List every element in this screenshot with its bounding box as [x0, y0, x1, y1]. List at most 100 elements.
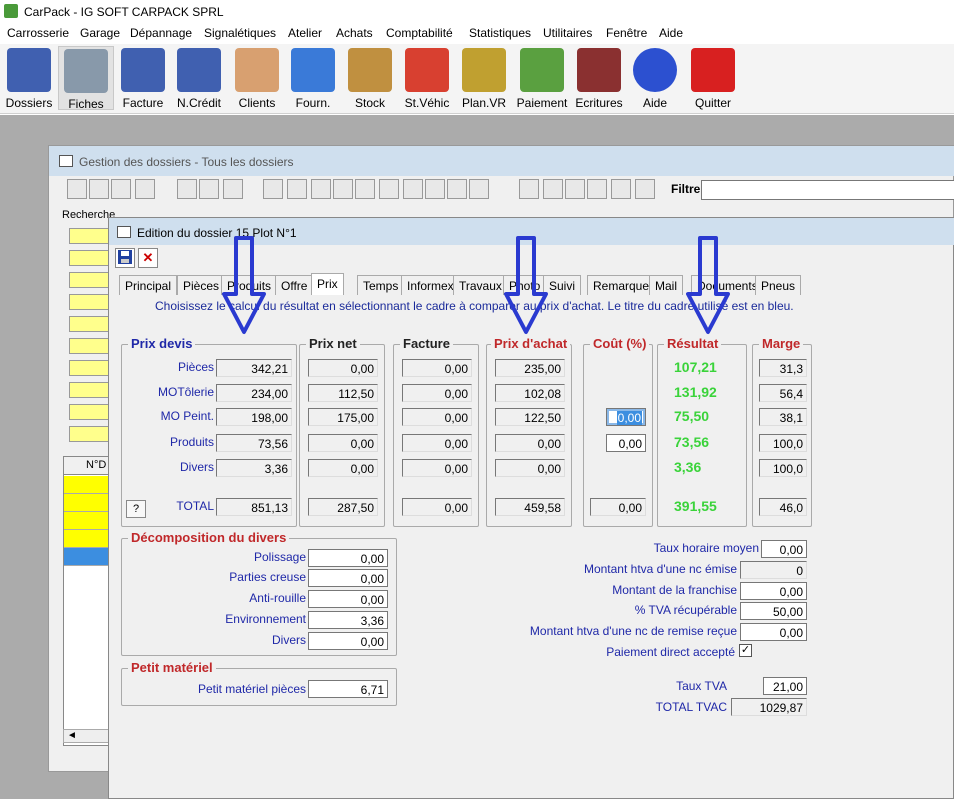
prix-achat-frame[interactable]: Prix d'achat 235,00 102,08 122,50 0,00 0…	[486, 336, 572, 527]
tab-suivi[interactable]: Suivi	[543, 275, 582, 295]
search-field[interactable]	[69, 316, 109, 332]
copy-icon[interactable]	[89, 179, 109, 199]
table-row-selected[interactable]	[64, 548, 110, 566]
taux-horaire-input[interactable]: 0,00	[761, 540, 807, 558]
toolbar-button-fiches[interactable]: Fiches	[58, 46, 114, 111]
photo-icon[interactable]	[379, 179, 399, 199]
tab-pieces[interactable]: Pièces	[177, 275, 226, 295]
tab-remarque[interactable]: Remarque	[587, 275, 656, 295]
info-icon[interactable]	[333, 179, 353, 199]
search-field[interactable]	[69, 250, 109, 266]
toolbar-label: Paiement	[516, 96, 568, 110]
franchise-input[interactable]: 0,00	[740, 582, 807, 600]
toolbar-button-clients[interactable]: Clients	[230, 46, 284, 110]
menu-comptabilite[interactable]: Comptabilité	[386, 26, 453, 40]
menu-atelier[interactable]: Atelier	[288, 26, 322, 40]
environnement-input[interactable]: 3,36	[308, 611, 388, 629]
toolbar-button-fournisseurs[interactable]: Fourn.	[286, 46, 340, 110]
help-button[interactable]: ?	[126, 500, 146, 518]
tab-mail[interactable]: Mail	[649, 275, 684, 295]
handshake-icon[interactable]	[543, 179, 563, 199]
nc-remise-input[interactable]: 0,00	[740, 623, 807, 641]
toolbar-button-aide[interactable]: Aide	[628, 46, 682, 110]
search-icon[interactable]	[519, 179, 539, 199]
tab-prix[interactable]: Prix	[311, 273, 344, 295]
search-field[interactable]	[69, 360, 109, 376]
toolbar-button-paiement[interactable]: Paiement	[514, 46, 570, 110]
table-row[interactable]	[64, 476, 110, 494]
search-field[interactable]	[69, 404, 109, 420]
toolbar-button-planvr[interactable]: Plan.VR	[457, 46, 511, 110]
menu-statistiques[interactable]: Statistiques	[469, 26, 531, 40]
menu-signaletiques[interactable]: Signalétiques	[204, 26, 276, 40]
car-red-icon[interactable]	[287, 179, 307, 199]
search-field[interactable]	[69, 426, 109, 442]
close-icon[interactable]	[635, 179, 655, 199]
tab-pneus[interactable]: Pneus	[755, 275, 802, 295]
polissage-input[interactable]: 0,00	[308, 549, 388, 567]
search-field[interactable]	[69, 294, 109, 310]
facture-frame[interactable]: Facture 0,00 0,00 0,00 0,00 0,00 0,00	[393, 336, 479, 527]
search-field[interactable]	[69, 338, 109, 354]
prix-devis-frame[interactable]: Prix devis Pièces MOTôlerie MO Peint. Pr…	[121, 336, 297, 527]
new-icon[interactable]	[67, 179, 87, 199]
search-field[interactable]	[69, 228, 109, 244]
email-icon[interactable]	[565, 179, 585, 199]
petit-materiel-input[interactable]: 6,71	[308, 680, 388, 698]
edit-icon[interactable]	[111, 179, 131, 199]
menu-achats[interactable]: Achats	[336, 26, 373, 40]
transfer-icon[interactable]	[223, 179, 243, 199]
menu-depannage[interactable]: Dépannage	[130, 26, 192, 40]
tab-informex[interactable]: Informex	[401, 275, 460, 295]
tab-principal[interactable]: Principal	[119, 275, 178, 295]
menu-carrosserie[interactable]: Carrosserie	[7, 26, 69, 40]
menu-utilitaires[interactable]: Utilitaires	[543, 26, 592, 40]
anti-rouille-input[interactable]: 0,00	[308, 590, 388, 608]
tab-travaux[interactable]: Travaux	[453, 275, 508, 295]
nc-emise-value: 0	[740, 561, 807, 579]
person-icon[interactable]	[311, 179, 331, 199]
menu-garage[interactable]: Garage	[80, 26, 120, 40]
cout-mo-peint-input[interactable]: 0,00	[606, 408, 646, 426]
print-icon[interactable]	[611, 179, 631, 199]
table-row[interactable]	[64, 530, 110, 548]
toolbar-button-quitter[interactable]: Quitter	[686, 46, 740, 110]
prix-net-frame[interactable]: Prix net 0,00 112,50 175,00 0,00 0,00 28…	[299, 336, 385, 527]
calculator-icon[interactable]	[355, 179, 375, 199]
search-field[interactable]	[69, 382, 109, 398]
tab-temps[interactable]: Temps	[357, 275, 405, 295]
menu-aide[interactable]: Aide	[659, 26, 683, 40]
filtre-input[interactable]	[701, 180, 954, 200]
web-icon[interactable]	[587, 179, 607, 199]
export-icon[interactable]	[199, 179, 219, 199]
save-icon[interactable]	[115, 248, 135, 268]
menu-fenetre[interactable]: Fenêtre	[606, 26, 647, 40]
delete-icon[interactable]	[135, 179, 155, 199]
scroll-left-icon[interactable]: ◄	[63, 729, 111, 743]
dossiers-grid[interactable]: N°D	[63, 456, 111, 746]
cout-produits-input[interactable]: 0,00	[606, 434, 646, 452]
petit-materiel-label: Petit matériel pièces	[197, 682, 306, 696]
paiement-direct-checkbox[interactable]: ✓	[739, 644, 752, 657]
table-row[interactable]	[64, 494, 110, 512]
toolbar-button-ecritures[interactable]: Ecritures	[572, 46, 626, 110]
divers-input[interactable]: 0,00	[308, 632, 388, 650]
parties-creuse-input[interactable]: 0,00	[308, 569, 388, 587]
taux-tva-input[interactable]: 21,00	[763, 677, 807, 695]
table-row[interactable]	[64, 512, 110, 530]
import-icon[interactable]	[177, 179, 197, 199]
close-icon[interactable]: ✕	[138, 248, 158, 268]
toolbar-button-facture[interactable]: Facture	[116, 46, 170, 110]
clock-icon[interactable]	[403, 179, 423, 199]
chart-icon[interactable]	[469, 179, 489, 199]
document-add-icon[interactable]	[447, 179, 467, 199]
toolbar-button-dossiers[interactable]: Dossiers	[2, 46, 56, 110]
search-field[interactable]	[69, 272, 109, 288]
tools-small-icon[interactable]	[425, 179, 445, 199]
tva-recuperable-input[interactable]: 50,00	[740, 602, 807, 620]
tab-offre[interactable]: Offre	[275, 275, 314, 295]
car-green-icon[interactable]	[263, 179, 283, 199]
toolbar-button-stvehic[interactable]: St.Véhic	[400, 46, 454, 110]
toolbar-button-stock[interactable]: Stock	[343, 46, 397, 110]
toolbar-button-ncredit[interactable]: N.Crédit	[172, 46, 226, 110]
